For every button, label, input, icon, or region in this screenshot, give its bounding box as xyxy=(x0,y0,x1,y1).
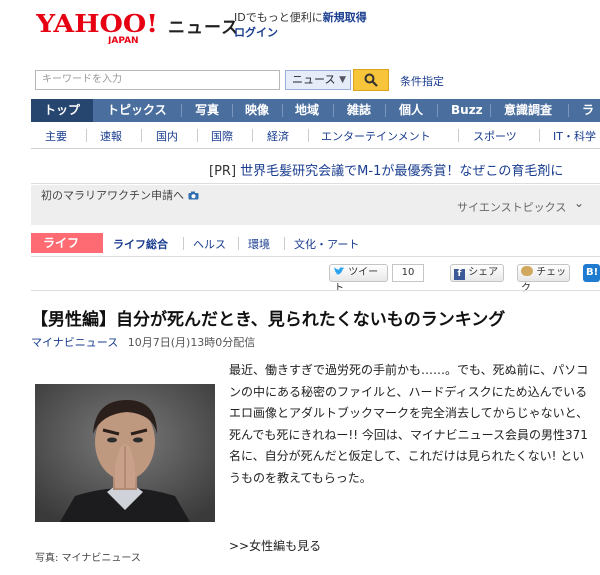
tab-ranking[interactable]: ラン xyxy=(582,99,600,140)
svg-text:YAHOO!: YAHOO! xyxy=(36,9,158,38)
divider xyxy=(31,290,600,291)
subnav-item-entertainment[interactable]: エンターテインメント xyxy=(321,128,431,144)
sub-nav: 主要 速報 国内 国際 経済 エンターテインメント スポーツ IT・科学 xyxy=(31,122,600,149)
article-source-link[interactable]: マイナビニュース xyxy=(31,336,118,349)
life-nav-item-culture-art[interactable]: 文化・アート xyxy=(294,236,359,252)
pr-text: 世界毛髪研究会議でM-1が最優秀賞！なぜこの育毛剤に xyxy=(240,164,564,179)
science-topics-box: 初のマラリアワクチン申請へ サイエンストピックス ⌄ xyxy=(31,185,600,225)
chevron-down-icon[interactable]: ⌄ xyxy=(574,196,584,210)
hatena-bookmark-button[interactable]: B! xyxy=(583,264,600,282)
search-input[interactable]: キーワードを入力 xyxy=(35,70,280,90)
tab-magazine[interactable]: 雑誌 xyxy=(347,99,371,122)
facebook-share-label: シェア xyxy=(468,267,499,278)
life-nav-item-environment[interactable]: 環境 xyxy=(248,236,270,252)
tab-buzz[interactable]: Buzz xyxy=(451,99,483,122)
divider xyxy=(31,183,600,184)
search-icon xyxy=(364,73,378,87)
science-headline-link[interactable]: 初のマラリアワクチン申請へ xyxy=(41,187,199,203)
facebook-icon: f xyxy=(454,269,465,280)
yahoo-japan-logo[interactable]: YAHOO! JAPAN xyxy=(36,8,160,44)
header-account-links: IDでもっと便利に新規取得 ログイン xyxy=(234,10,367,40)
tab-video[interactable]: 映像 xyxy=(245,99,269,122)
tab-survey[interactable]: 意識調査 xyxy=(504,99,552,122)
article-body: 最近、働きすぎで過労死の手前かも……。でも、死ぬ前に、パソコンの中にある秘密のフ… xyxy=(229,363,589,485)
subnav-item-it-science[interactable]: IT・科学 xyxy=(553,128,596,144)
chevron-down-icon: ▼ xyxy=(339,75,346,85)
photo-caption: 写真: マイナビニュース xyxy=(35,553,141,564)
subnav-item-major[interactable]: 主要 xyxy=(45,128,67,144)
pr-ad-link[interactable]: [PR] 世界毛髪研究会議でM-1が最優秀賞！なぜこの育毛剤に xyxy=(209,160,563,179)
tab-photo[interactable]: 写真 xyxy=(195,99,219,122)
search-category-value: ニュース xyxy=(292,73,336,86)
science-headline-text: 初のマラリアワクチン申請へ xyxy=(41,189,184,202)
tweet-button[interactable]: ツイート xyxy=(329,264,388,294)
life-nav-item-health[interactable]: ヘルス xyxy=(193,236,226,252)
mixi-icon xyxy=(521,266,533,276)
svg-text:JAPAN: JAPAN xyxy=(107,36,139,44)
search-condition-link[interactable]: 条件指定 xyxy=(400,73,444,89)
subnav-item-domestic[interactable]: 国内 xyxy=(156,128,178,144)
category-tag-life[interactable]: ライフ xyxy=(31,233,103,253)
twitter-bird-icon xyxy=(334,267,345,275)
register-link[interactable]: 新規取得 xyxy=(323,11,367,24)
article-date: 10月7日(月)13時0分配信 xyxy=(127,336,256,349)
article-meta: マイナビニュース 10月7日(月)13時0分配信 xyxy=(31,334,255,350)
search-button[interactable] xyxy=(353,69,389,91)
article-headline: 【男性編】自分が死んだとき、見られたくないものランキング xyxy=(31,310,506,330)
article-photo[interactable] xyxy=(35,384,215,522)
subnav-item-breaking[interactable]: 速報 xyxy=(100,128,122,144)
promo-text: IDでもっと便利に xyxy=(234,11,323,24)
female-version-link[interactable]: >>女性編も見る xyxy=(229,537,321,554)
science-topics-link[interactable]: サイエンストピックス xyxy=(457,199,566,215)
divider xyxy=(31,256,600,257)
facebook-share-button[interactable]: f シェア xyxy=(450,264,504,282)
subnav-item-international[interactable]: 国際 xyxy=(211,128,233,144)
tweet-count: 10 xyxy=(392,264,424,282)
tab-top[interactable]: トップ xyxy=(31,99,93,122)
main-nav: トップ トピックス 写真 映像 地域 雑誌 個人 Buzz 意識調査 ラン xyxy=(31,99,600,140)
camera-icon xyxy=(188,191,198,200)
tab-topics[interactable]: トピックス xyxy=(107,99,167,122)
service-title[interactable]: ニュース xyxy=(168,13,239,38)
life-nav-item-general[interactable]: ライフ総合 xyxy=(113,236,168,252)
login-link[interactable]: ログイン xyxy=(234,25,367,40)
tab-individual[interactable]: 個人 xyxy=(399,99,423,122)
mixi-check-button[interactable]: チェック xyxy=(517,264,570,294)
subnav-item-economy[interactable]: 経済 xyxy=(267,128,289,144)
subnav-item-sports[interactable]: スポーツ xyxy=(473,128,517,144)
tab-region[interactable]: 地域 xyxy=(295,99,319,122)
pr-tag: [PR] xyxy=(209,164,237,179)
search-category-select[interactable]: ニュース ▼ xyxy=(285,70,351,90)
